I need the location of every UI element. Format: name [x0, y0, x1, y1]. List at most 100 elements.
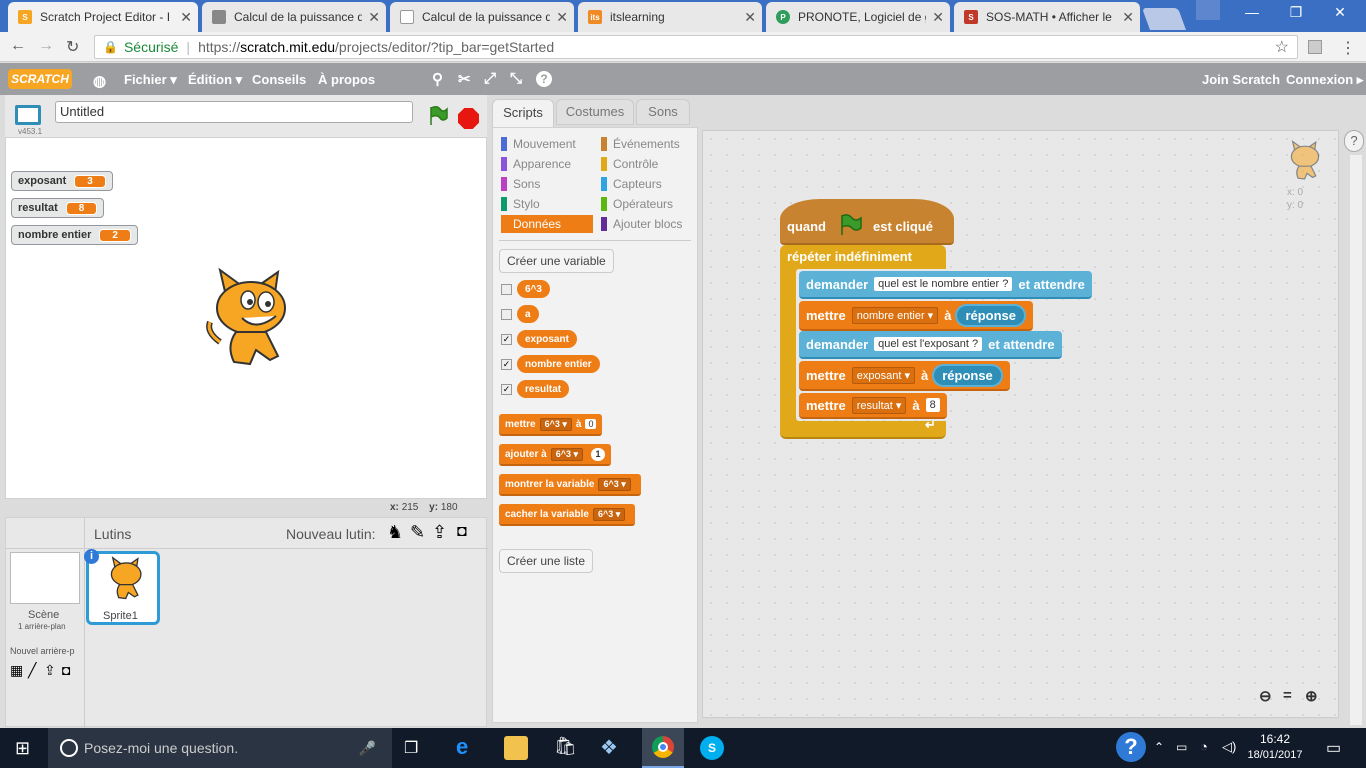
stop-icon[interactable]	[458, 108, 479, 129]
close-icon[interactable]: ✕	[556, 9, 568, 26]
set-block-nombre-entier[interactable]: mettre nombre entier ▾ à réponse	[799, 301, 1034, 331]
browser-tab-scratch[interactable]: S Scratch Project Editor - I ✕	[8, 2, 198, 32]
close-icon[interactable]: ✕	[1122, 9, 1134, 26]
monitor-nombre-entier[interactable]: nombre entier 2	[11, 225, 138, 245]
var-reporter-resultat[interactable]: resultat	[517, 380, 570, 398]
monitor-resultat[interactable]: resultat 8	[11, 198, 105, 218]
chrome-taskbar-button[interactable]	[642, 728, 684, 768]
file-explorer-icon[interactable]	[504, 736, 528, 760]
set-block-exposant[interactable]: mettre exposant ▾ à réponse	[799, 361, 1010, 391]
notifications-icon[interactable]: ▭	[1326, 738, 1341, 758]
category-stylo[interactable]: Stylo	[501, 197, 540, 211]
minimize-icon[interactable]: —	[1232, 4, 1272, 20]
upload-sprite-icon[interactable]: ⇪	[432, 522, 447, 543]
category-ajouter-blocs[interactable]: Ajouter blocs	[601, 217, 682, 231]
var-checkbox-a[interactable]	[501, 309, 512, 320]
close-window-icon[interactable]: ✕	[1320, 4, 1360, 21]
set-block-resultat[interactable]: mettre resultat ▾ à 8	[799, 393, 947, 419]
fullscreen-icon[interactable]	[15, 105, 41, 125]
task-view-icon[interactable]: ❐	[404, 738, 418, 758]
backdrop-library-icon[interactable]: ▦	[10, 662, 23, 679]
sprite-info-icon[interactable]: i	[84, 549, 99, 564]
var-checkbox-exposant[interactable]: ✓	[501, 334, 512, 345]
wifi-icon[interactable]: ◔	[1200, 739, 1208, 754]
url-input[interactable]: 🔒 Sécurisé | https://scratch.mit.edu/pro…	[94, 35, 1298, 59]
category-mouvement[interactable]: Mouvement	[501, 137, 576, 151]
delete-tool-icon[interactable]: ✂	[458, 70, 471, 88]
dropbox-icon[interactable]: ❖	[600, 735, 618, 760]
tab-scripts[interactable]: Scripts	[492, 99, 554, 128]
globe-icon[interactable]: ◍	[93, 72, 106, 90]
browser-tab-calcul-1[interactable]: Calcul de la puissance d ✕	[202, 2, 386, 32]
menu-edition[interactable]: Édition ▾	[188, 72, 242, 88]
upload-backdrop-icon[interactable]: ⇪	[44, 662, 56, 679]
zoom-in-icon[interactable]: ⊕	[1305, 687, 1318, 705]
menu-conseils[interactable]: Conseils	[252, 72, 306, 87]
scene-thumbnail[interactable]	[10, 552, 80, 604]
var-reporter-6-3[interactable]: 6^3	[517, 280, 550, 298]
scripts-area[interactable]: x: 0 y: 0 répéter indéfiniment ↵ quand e…	[702, 130, 1339, 718]
windows-start-icon[interactable]: ⊞	[15, 738, 30, 759]
category-apparence[interactable]: Apparence	[501, 157, 571, 171]
tab-sons[interactable]: Sons	[636, 99, 690, 125]
close-icon[interactable]: ✕	[932, 9, 944, 26]
paint-backdrop-icon[interactable]: ╱	[28, 662, 36, 679]
category-sons[interactable]: Sons	[501, 177, 540, 191]
var-reporter-a[interactable]: a	[517, 305, 539, 323]
help-tray-icon[interactable]: ?	[1116, 732, 1146, 762]
ask-block-1[interactable]: demander quel est le nombre entier ? et …	[799, 271, 1092, 299]
new-tab-button[interactable]	[1141, 8, 1187, 30]
browser-tab-itslearning[interactable]: its itslearning ✕	[578, 2, 762, 32]
battery-icon[interactable]: ▭	[1176, 740, 1187, 754]
var-checkbox-nombre-entier[interactable]: ✓	[501, 359, 512, 370]
tab-costumes[interactable]: Costumes	[556, 99, 634, 125]
close-icon[interactable]: ✕	[744, 9, 756, 26]
var-reporter-nombre-entier[interactable]: nombre entier	[517, 355, 600, 373]
edge-icon[interactable]: e	[456, 734, 468, 760]
palette-change-block[interactable]: ajouter à 6^3 ▾ 1	[499, 444, 611, 466]
create-variable-button[interactable]: Créer une variable	[499, 249, 614, 273]
duplicate-tool-icon[interactable]: ⚲	[432, 70, 443, 88]
profile-icon[interactable]	[1196, 0, 1220, 20]
sprite-library-icon[interactable]: ♞	[387, 522, 403, 543]
sprite-thumbnail-sprite1[interactable]: Sprite1	[86, 551, 160, 625]
tray-chevron-icon[interactable]: ⌃	[1154, 740, 1164, 754]
camera-sprite-icon[interactable]: ◘	[457, 523, 467, 541]
create-list-button[interactable]: Créer une liste	[499, 549, 594, 573]
stage[interactable]: exposant 3 resultat 8 nombre entier 2	[5, 137, 487, 499]
ask-block-2[interactable]: demander quel est l'exposant ? et attend…	[799, 331, 1062, 359]
zoom-reset-icon[interactable]: =	[1283, 687, 1292, 704]
category-donnees[interactable]: Données	[501, 215, 593, 233]
volume-icon[interactable]: ◁)	[1222, 739, 1236, 755]
answer-reporter[interactable]: réponse	[955, 303, 1027, 327]
ask-question-2[interactable]: quel est l'exposant ?	[874, 337, 983, 351]
store-icon[interactable]: 🛍	[554, 736, 577, 757]
forward-icon[interactable]: →	[38, 37, 54, 55]
scratch-logo[interactable]: SCRATCH	[8, 69, 72, 89]
palette-hide-variable-block[interactable]: cacher la variable 6^3 ▾	[499, 504, 636, 526]
paint-sprite-icon[interactable]: ✎	[410, 522, 425, 543]
category-capteurs[interactable]: Capteurs	[601, 177, 662, 191]
var-checkbox-resultat[interactable]: ✓	[501, 384, 512, 395]
skype-icon[interactable]: S	[700, 736, 724, 760]
close-icon[interactable]: ✕	[180, 9, 192, 26]
join-scratch-link[interactable]: Join Scratch	[1202, 72, 1280, 87]
when-flag-clicked-block[interactable]: quand est cliqué	[780, 199, 954, 245]
browser-tab-calcul-2[interactable]: Calcul de la puissance d ✕	[390, 2, 574, 32]
monitor-exposant[interactable]: exposant 3	[11, 171, 113, 191]
category-operateurs[interactable]: Opérateurs	[601, 197, 673, 211]
menu-fichier[interactable]: Fichier ▾	[124, 72, 177, 88]
grow-tool-icon[interactable]: ⤢	[484, 70, 496, 87]
clock-date[interactable]: 18/01/2017	[1244, 749, 1306, 761]
cortana-search[interactable]: Posez-moi une question. 🎤	[48, 728, 392, 768]
green-flag-icon[interactable]	[427, 105, 449, 127]
palette-set-block[interactable]: mettre 6^3 ▾ à 0	[499, 414, 603, 436]
menu-a-propos[interactable]: À propos	[318, 72, 375, 87]
extension-icon[interactable]	[1308, 40, 1322, 54]
camera-backdrop-icon[interactable]: ◘	[62, 662, 70, 678]
menu-kebab-icon[interactable]: ⋮	[1340, 38, 1356, 58]
scratch-cat-sprite[interactable]	[196, 266, 296, 372]
var-checkbox-6-3[interactable]	[501, 284, 512, 295]
help-tool-icon[interactable]: ?	[536, 71, 552, 87]
ask-question-1[interactable]: quel est le nombre entier ?	[874, 277, 1013, 291]
